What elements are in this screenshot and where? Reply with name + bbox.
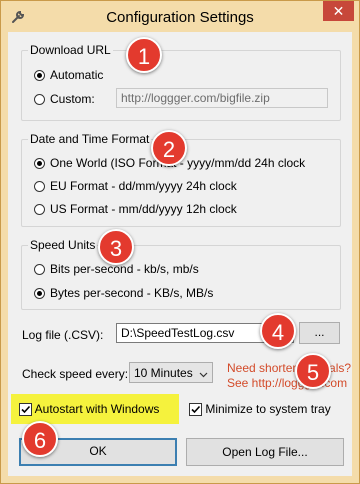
custom-url-input[interactable] <box>116 88 328 108</box>
radio-dot[interactable] <box>34 263 45 275</box>
datetime-format-legend: Date and Time Format <box>30 132 150 146</box>
annotation-badge-3: 3 <box>98 229 134 265</box>
interval-select[interactable]: 10 Minutes <box>129 362 213 383</box>
radio-dot[interactable] <box>34 203 45 215</box>
radio-bytes-label: Bytes per-second - KB/s, MB/s <box>50 286 214 300</box>
annotation-badge-2: 2 <box>151 130 187 166</box>
radio-bits-label: Bits per-second - kb/s, mb/s <box>50 262 199 276</box>
radio-custom[interactable]: Custom: <box>34 92 95 106</box>
open-log-file-button[interactable]: Open Log File... <box>186 438 344 466</box>
radio-custom-label: Custom: <box>50 92 95 106</box>
radio-automatic-label: Automatic <box>50 68 104 82</box>
interval-hint-line1: Need shorter intervals? <box>227 361 352 375</box>
autostart-checkbox-row[interactable]: Autostart with Windows <box>19 402 160 417</box>
radio-dot[interactable] <box>34 69 45 81</box>
window-title: Configuration Settings <box>106 9 254 26</box>
speed-units-legend: Speed Units <box>30 238 96 252</box>
annotation-badge-6: 6 <box>22 421 58 457</box>
minimize-label: Minimize to system tray <box>205 402 331 416</box>
radio-us-label: US Format - mm/dd/yyyy 12h clock <box>50 202 237 216</box>
radio-bytes[interactable]: Bytes per-second - KB/s, MB/s <box>34 286 213 300</box>
radio-eu-format[interactable]: EU Format - dd/mm/yyyy 24h clock <box>34 179 237 193</box>
radio-us-format[interactable]: US Format - mm/dd/yyyy 12h clock <box>34 202 237 216</box>
dialog-window: Configuration Settings ✕ Download URL Au… <box>0 0 360 484</box>
log-file-label: Log file (.CSV): <box>22 328 104 342</box>
minimize-checkbox-row[interactable]: Minimize to system tray <box>189 402 331 417</box>
autostart-checkbox[interactable] <box>19 403 32 417</box>
download-url-legend: Download URL <box>30 43 111 57</box>
radio-dot[interactable] <box>34 157 45 169</box>
radio-dot[interactable] <box>34 180 45 192</box>
dialog-client-area: Download URL Automatic Custom: Date and … <box>8 32 352 476</box>
radio-dot[interactable] <box>34 287 45 299</box>
radio-dot[interactable] <box>34 93 45 105</box>
close-button[interactable]: ✕ <box>323 1 354 21</box>
chevron-down-icon <box>199 368 208 378</box>
browse-button[interactable]: ... <box>299 322 340 344</box>
minimize-checkbox[interactable] <box>189 403 202 417</box>
radio-eu-label: EU Format - dd/mm/yyyy 24h clock <box>50 179 237 193</box>
download-url-group: Download URL <box>21 43 341 121</box>
title-bar[interactable]: Configuration Settings ✕ <box>1 1 359 32</box>
annotation-badge-1: 1 <box>126 37 162 73</box>
check-speed-label: Check speed every: <box>22 367 129 381</box>
autostart-label: Autostart with Windows <box>34 402 160 416</box>
annotation-badge-4: 4 <box>260 313 296 349</box>
annotation-badge-5: 5 <box>295 353 331 389</box>
interval-selected-value: 10 Minutes <box>134 366 193 380</box>
radio-automatic[interactable]: Automatic <box>34 68 103 82</box>
